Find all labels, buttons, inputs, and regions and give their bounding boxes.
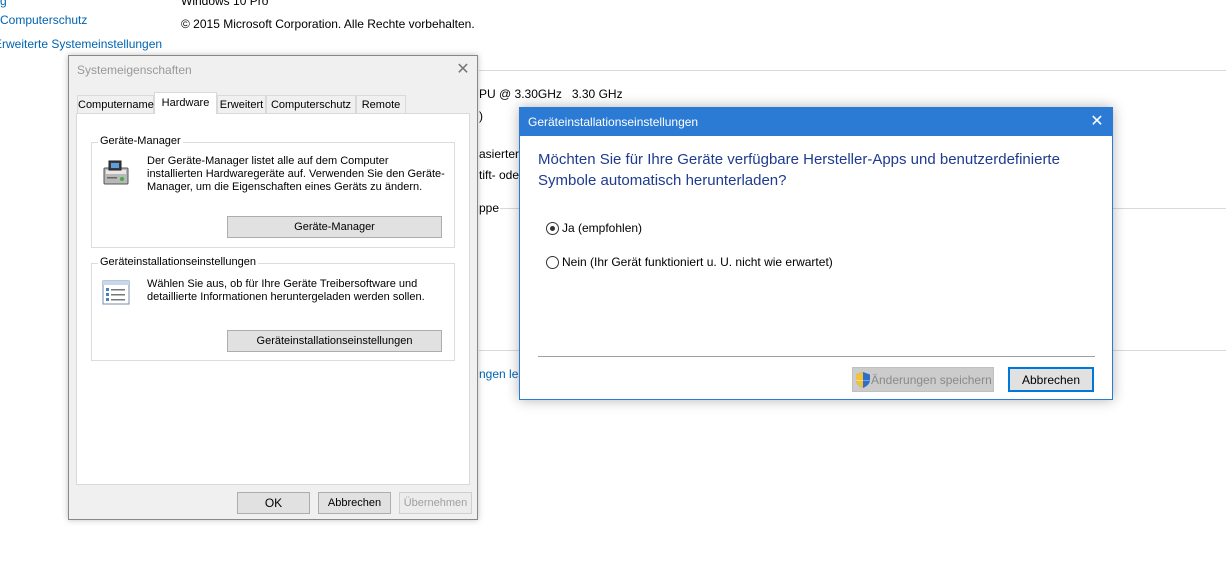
device-installation-settings-button[interactable]: Geräteinstallationseinstellungen bbox=[227, 330, 442, 352]
close-icon: ✕ bbox=[1090, 113, 1104, 130]
tab-erweitert[interactable]: Erweitert bbox=[217, 95, 266, 113]
device-manager-icon bbox=[102, 158, 132, 188]
radio-no[interactable] bbox=[546, 256, 559, 269]
ram-value-fragment: ) bbox=[479, 109, 483, 123]
radio-no-label[interactable]: Nein (Ihr Gerät funktioniert u. U. nicht… bbox=[562, 255, 833, 269]
workgroup-heading-fragment: ppe bbox=[479, 201, 500, 215]
cancel-button[interactable]: Abbrechen bbox=[318, 492, 391, 514]
radio-yes[interactable] bbox=[546, 222, 559, 235]
device-manager-button[interactable]: Geräte-Manager bbox=[227, 216, 442, 238]
device-installation-description: Wählen Sie aus, ob für Ihre Geräte Treib… bbox=[147, 278, 425, 303]
dialog-close-button[interactable]: ✕ bbox=[1088, 114, 1106, 130]
dialog-title: Geräteinstallationseinstellungen bbox=[528, 115, 699, 129]
device-manager-description: Der Geräte-Manager listet alle auf dem C… bbox=[147, 155, 445, 193]
license-link-fragment[interactable]: ngen les bbox=[479, 367, 524, 381]
dialog-separator bbox=[538, 356, 1095, 357]
dialog-cancel-button[interactable]: Abbrechen bbox=[1008, 367, 1094, 392]
pen-touch-fragment: tift- ode bbox=[479, 168, 520, 182]
device-installation-dialog: Geräteinstallationseinstellungen ✕ Möcht… bbox=[519, 107, 1113, 400]
device-installation-group: Geräteinstallationseinstellungen Wählen … bbox=[91, 256, 455, 361]
copyright-text: © 2015 Microsoft Corporation. Alle Recht… bbox=[181, 17, 475, 31]
sidebar-link-partial[interactable]: g bbox=[0, 0, 7, 8]
tab-remote[interactable]: Remote bbox=[356, 95, 406, 113]
settings-list-icon bbox=[102, 280, 130, 306]
system-properties-window: Systemeigenschaften ✕ Computername Hardw… bbox=[68, 55, 478, 520]
window-title: Systemeigenschaften bbox=[77, 63, 192, 77]
close-icon: ✕ bbox=[456, 61, 470, 78]
save-changes-button[interactable]: Änderungen speichern bbox=[852, 367, 994, 392]
device-manager-group: Geräte-Manager Der Geräte-Manager listet… bbox=[91, 135, 455, 248]
radio-selected-dot bbox=[550, 226, 555, 231]
hardware-tab-panel: Geräte-Manager Der Geräte-Manager listet… bbox=[76, 113, 470, 485]
tab-hardware[interactable]: Hardware bbox=[154, 92, 217, 114]
apply-button[interactable]: Übernehmen bbox=[399, 492, 472, 514]
close-button[interactable]: ✕ bbox=[455, 62, 471, 78]
windows-edition: Windows 10 Pro bbox=[181, 0, 269, 8]
save-changes-label: Änderungen speichern bbox=[871, 373, 992, 387]
dialog-titlebar: Geräteinstallationseinstellungen ✕ bbox=[520, 108, 1112, 136]
sidebar-link-computerschutz[interactable]: Computerschutz bbox=[0, 13, 87, 27]
device-installation-legend: Geräteinstallationseinstellungen bbox=[98, 256, 258, 268]
device-manager-legend: Geräte-Manager bbox=[98, 135, 183, 147]
tab-computername[interactable]: Computername bbox=[77, 95, 154, 113]
radio-yes-label[interactable]: Ja (empfohlen) bbox=[562, 221, 642, 235]
sidebar-link-erweiterte-systemeinstellungen[interactable]: Erweiterte Systemeinstellungen bbox=[0, 37, 162, 51]
tab-computerschutz[interactable]: Computerschutz bbox=[266, 95, 356, 113]
section-divider bbox=[479, 70, 1226, 71]
systemtype-fragment: asierter bbox=[479, 147, 520, 161]
uac-shield-icon bbox=[856, 372, 870, 388]
dialog-question: Möchten Sie für Ihre Geräte verfügbare H… bbox=[538, 151, 1060, 189]
processor-value: PU @ 3.30GHz 3.30 GHz bbox=[479, 87, 623, 101]
ok-button[interactable]: OK bbox=[237, 492, 310, 514]
